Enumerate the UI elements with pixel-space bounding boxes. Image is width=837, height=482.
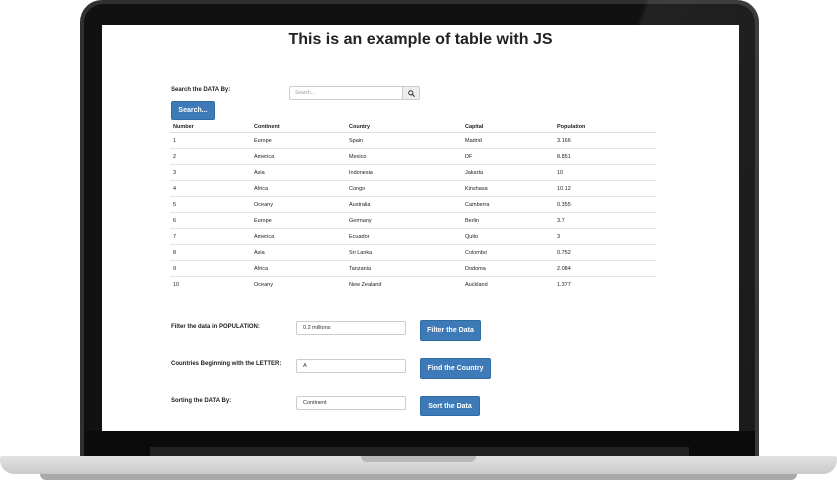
- filter-population-input[interactable]: [296, 321, 406, 335]
- search-group: [289, 86, 420, 100]
- column-header-population: Population: [554, 121, 656, 133]
- column-header-country: Country: [346, 121, 462, 133]
- cell-capital: Colombo: [462, 244, 554, 261]
- page-title: This is an example of table with JS: [288, 31, 553, 48]
- cell-country: Sri Lanka: [346, 244, 462, 261]
- cell-population: 10: [554, 164, 656, 181]
- cell-country: New Zealand: [346, 276, 462, 292]
- cell-number: 3: [170, 164, 251, 181]
- cell-capital: Kinshasa: [462, 180, 554, 197]
- magnifier-icon: [407, 89, 415, 97]
- cell-continent: America: [251, 148, 346, 165]
- search-icon-button[interactable]: [403, 86, 420, 100]
- cell-number: 9: [170, 260, 251, 277]
- cell-country: Congo: [346, 180, 462, 197]
- cell-population: 1.377: [554, 276, 656, 292]
- cell-continent: Europe: [251, 212, 346, 229]
- cell-country: Germany: [346, 212, 462, 229]
- data-table: Number Continent Country Capital Populat…: [170, 121, 656, 292]
- cell-number: 6: [170, 212, 251, 229]
- table-row: 9 Africa Tanzania Dodoma 2.084: [170, 260, 656, 277]
- table-row: 1 Europe Spain Madrid 3.166: [170, 132, 656, 149]
- cell-number: 10: [170, 276, 251, 292]
- cell-population: 10.12: [554, 180, 656, 197]
- cell-capital: Auckland: [462, 276, 554, 292]
- cell-population: 3.166: [554, 132, 656, 149]
- cell-continent: Africa: [251, 260, 346, 277]
- laptop-screen: This is an example of table with JS Sear…: [102, 25, 739, 431]
- cell-capital: Quito: [462, 228, 554, 245]
- table-row: 2 America Mexico DF 8.851: [170, 148, 656, 165]
- cell-country: Indonesia: [346, 164, 462, 181]
- cell-continent: Africa: [251, 180, 346, 197]
- cell-capital: Madrid: [462, 132, 554, 149]
- cell-capital: Camberra: [462, 196, 554, 213]
- column-header-continent: Continent: [251, 121, 346, 133]
- cell-continent: America: [251, 228, 346, 245]
- cell-country: Spain: [346, 132, 462, 149]
- cell-number: 1: [170, 132, 251, 149]
- cell-country: Australia: [346, 196, 462, 213]
- cell-population: 3: [554, 228, 656, 245]
- letter-search-label: Countries Beginning with the LETTER:: [171, 361, 282, 367]
- cell-continent: Asia: [251, 164, 346, 181]
- cell-number: 5: [170, 196, 251, 213]
- cell-population: 2.084: [554, 260, 656, 277]
- table-row: 10 Oceany New Zealand Auckland 1.377: [170, 276, 656, 292]
- table-row: 3 Asia Indonesia Jakarta 10: [170, 164, 656, 181]
- table-row: 6 Europe Germany Berlin 3.7: [170, 212, 656, 229]
- filter-data-button[interactable]: Filter the Data: [420, 320, 481, 341]
- cell-country: Tanzania: [346, 260, 462, 277]
- table-row: 4 Africa Congo Kinshasa 10.12: [170, 180, 656, 197]
- cell-capital: Berlin: [462, 212, 554, 229]
- laptop-opening-notch: [361, 456, 476, 462]
- cell-country: Mexico: [346, 148, 462, 165]
- cell-population: 8.851: [554, 148, 656, 165]
- cell-continent: Oceany: [251, 276, 346, 292]
- cell-capital: Jakarta: [462, 164, 554, 181]
- search-button[interactable]: Search...: [171, 101, 215, 120]
- cell-capital: DF: [462, 148, 554, 165]
- cell-country: Ecuador: [346, 228, 462, 245]
- cell-number: 4: [170, 180, 251, 197]
- table-row: 7 America Ecuador Quito 3: [170, 228, 656, 245]
- cell-continent: Asia: [251, 244, 346, 261]
- cell-number: 7: [170, 228, 251, 245]
- search-input[interactable]: [289, 86, 403, 100]
- cell-continent: Oceany: [251, 196, 346, 213]
- sort-data-button[interactable]: Sort the Data: [420, 396, 480, 416]
- table-header-row: Number Continent Country Capital Populat…: [170, 121, 656, 133]
- table-row: 5 Oceany Australia Camberra 0.355: [170, 196, 656, 213]
- cell-number: 2: [170, 148, 251, 165]
- cell-population: 0.355: [554, 196, 656, 213]
- cell-capital: Dodoma: [462, 260, 554, 277]
- sort-input[interactable]: [296, 396, 406, 410]
- cell-population: 0.752: [554, 244, 656, 261]
- column-header-capital: Capital: [462, 121, 554, 133]
- cell-number: 8: [170, 244, 251, 261]
- laptop-base-shadow: [40, 474, 797, 480]
- table-row: 8 Asia Sri Lanka Colombo 0.752: [170, 244, 656, 261]
- cell-continent: Europe: [251, 132, 346, 149]
- filter-population-label: Filter the data in POPULATION:: [171, 324, 260, 330]
- cell-population: 3.7: [554, 212, 656, 229]
- sort-label: Sorting the DATA By:: [171, 398, 232, 404]
- letter-input[interactable]: [296, 359, 406, 373]
- find-country-button[interactable]: Find the Country: [420, 358, 491, 379]
- column-header-number: Number: [170, 121, 251, 133]
- search-label: Search the DATA By:: [171, 87, 231, 93]
